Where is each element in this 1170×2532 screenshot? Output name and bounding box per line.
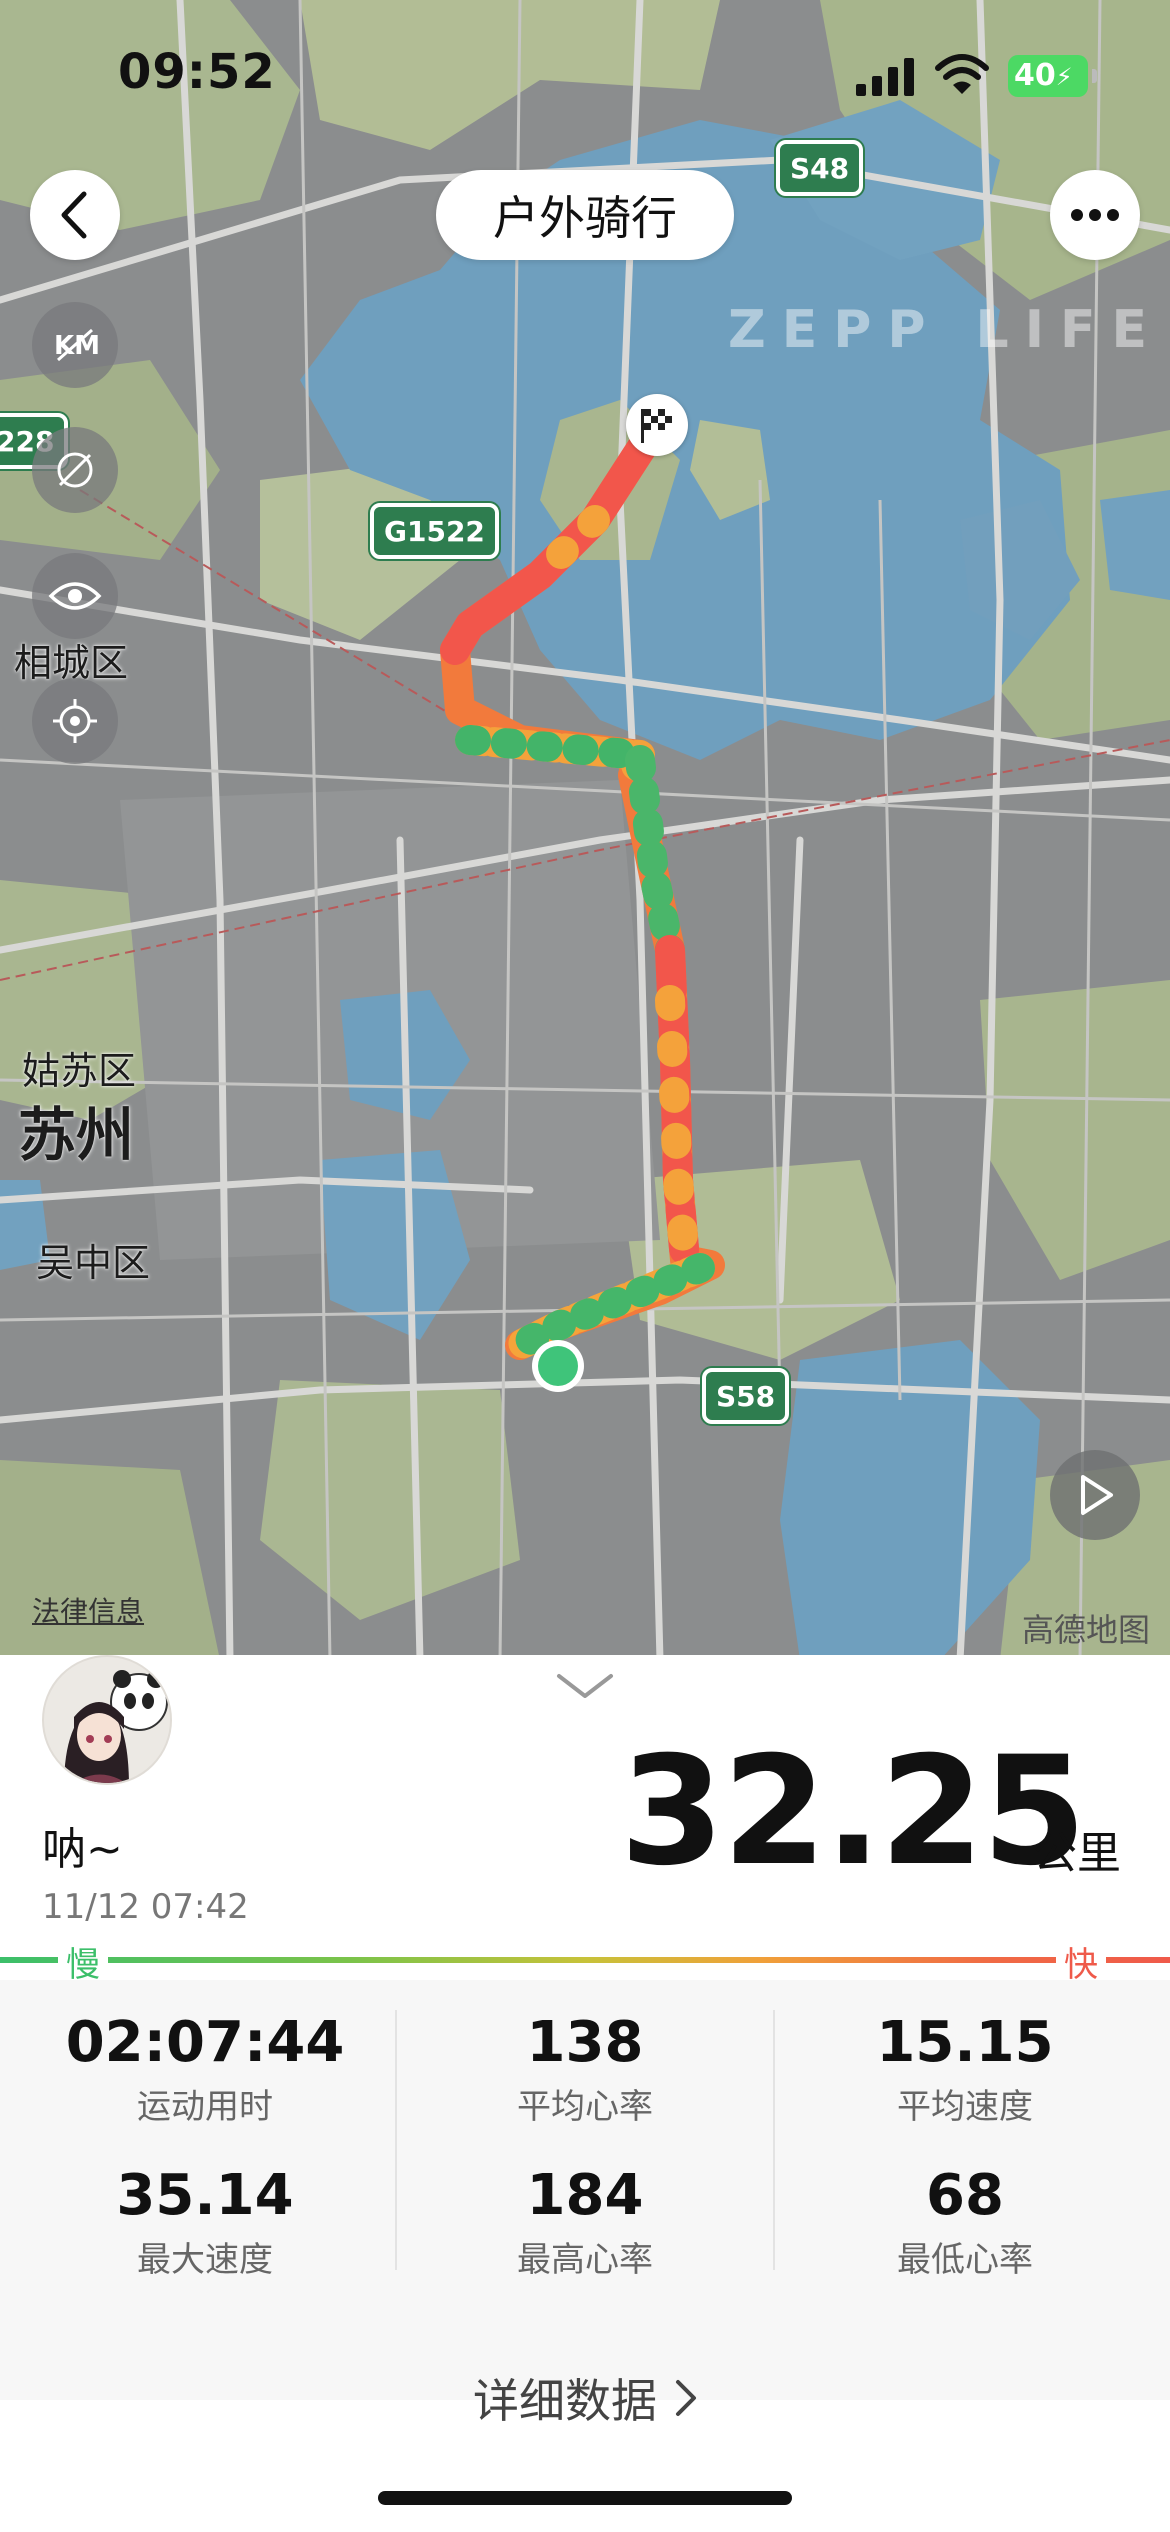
- distance-unit: 公里: [1033, 1828, 1121, 1879]
- detail-data-label: 详细数据: [473, 2374, 657, 2428]
- chevron-left-icon: [61, 191, 87, 239]
- stat-label: 最大速度: [137, 2240, 273, 2280]
- workout-datetime: 11/12 07:42: [42, 1887, 249, 1927]
- signal-icon: [856, 58, 914, 96]
- stat-min-heart-rate: 68 最低心率: [775, 2163, 1155, 2281]
- stat-max-heart-rate: 184 最高心率: [395, 2163, 775, 2281]
- more-icon: [1071, 209, 1119, 221]
- status-time: 09:52: [118, 44, 276, 100]
- visibility-toggle[interactable]: [32, 553, 118, 639]
- zepp-life-watermark: ZEPP LIFE: [728, 300, 1164, 360]
- label-suzhou: 苏州: [18, 1101, 135, 1169]
- stat-value: 35.14: [116, 2163, 294, 2228]
- label-wuzhong: 吴中区: [36, 1241, 151, 1285]
- speed-fast-label: 快: [1056, 1937, 1106, 1986]
- replay-button[interactable]: [1050, 1450, 1140, 1540]
- stat-value: 138: [526, 2010, 644, 2075]
- detail-data-link[interactable]: 详细数据: [0, 2365, 1170, 2431]
- wifi-icon: [935, 54, 989, 94]
- locate-button[interactable]: [32, 678, 118, 764]
- status-bar: 09:52 40⚡: [0, 0, 1170, 150]
- highway-shield-g1522: G1522: [370, 503, 499, 559]
- eye-icon: [48, 582, 102, 610]
- battery-icon: 40⚡: [1008, 55, 1097, 97]
- no-photo-icon: [57, 452, 93, 488]
- battery-level: 40: [1014, 58, 1056, 93]
- user-name: 呐~: [42, 1824, 123, 1875]
- stat-duration: 02:07:44 运动用时: [15, 2010, 395, 2128]
- chevron-down-icon[interactable]: [555, 1670, 615, 1700]
- label-gusu: 姑苏区: [22, 1049, 137, 1093]
- summary-sheet: 呐~ 11/12 07:42 32.25 公里 慢 快 02:07:44 运动用…: [0, 1655, 1170, 2532]
- stat-value: 15.15: [876, 2010, 1054, 2075]
- speed-slow-label: 慢: [58, 1937, 108, 1986]
- photo-toggle[interactable]: [32, 427, 118, 513]
- stat-label: 运动用时: [137, 2087, 273, 2127]
- stat-label: 最低心率: [897, 2240, 1033, 2280]
- finish-flag-icon: [626, 394, 688, 456]
- stat-value: 02:07:44: [65, 2010, 345, 2075]
- legal-info-link[interactable]: 法律信息: [32, 1590, 144, 1630]
- total-distance: 32.25: [620, 1725, 1086, 1899]
- stat-avg-speed: 15.15 平均速度: [775, 2010, 1155, 2128]
- stat-label: 平均心率: [517, 2087, 653, 2127]
- km-icon: KM: [54, 328, 100, 362]
- highway-shield-s58: S58: [702, 1368, 790, 1424]
- chevron-right-icon: [675, 2374, 697, 2428]
- locate-icon: [53, 699, 97, 743]
- stat-max-speed: 35.14 最大速度: [15, 2163, 395, 2281]
- stat-value: 184: [526, 2163, 644, 2228]
- km-marker-toggle[interactable]: KM: [32, 302, 118, 388]
- more-button[interactable]: [1050, 170, 1140, 260]
- page-title: 户外骑行: [436, 170, 734, 260]
- stat-label: 最高心率: [517, 2240, 653, 2280]
- stat-label: 平均速度: [897, 2087, 1033, 2127]
- stats-grid: 02:07:44 运动用时 138 平均心率 15.15 平均速度 35.14 …: [0, 1980, 1170, 2428]
- stat-value: 68: [926, 2163, 1004, 2228]
- avatar[interactable]: [42, 1655, 172, 1785]
- home-indicator: [378, 2491, 792, 2505]
- map-provider-label: 高德地图: [1022, 1611, 1151, 1649]
- speed-legend-bar: [0, 1953, 1170, 1967]
- play-icon: [1081, 1475, 1113, 1515]
- back-button[interactable]: [30, 170, 120, 260]
- stat-avg-heart-rate: 138 平均心率: [395, 2010, 775, 2128]
